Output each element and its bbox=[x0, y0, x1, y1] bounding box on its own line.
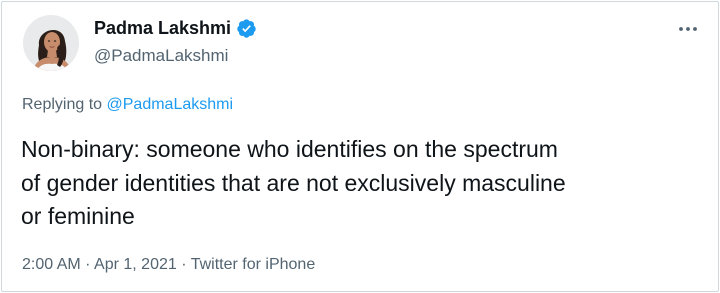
reply-context-prefix: Replying to bbox=[22, 96, 103, 113]
meta-separator: · bbox=[181, 256, 187, 273]
meta-separator: · bbox=[85, 256, 91, 273]
reply-context: Replying to @PadmaLakshmi bbox=[22, 96, 233, 114]
avatar-image bbox=[23, 15, 79, 71]
more-options-icon bbox=[679, 27, 697, 31]
tweet-source[interactable]: Twitter for iPhone bbox=[191, 256, 316, 273]
reply-mention-link[interactable]: @PadmaLakshmi bbox=[107, 96, 234, 113]
author-name: Padma Lakshmi bbox=[94, 18, 232, 38]
more-options-button[interactable] bbox=[676, 17, 700, 41]
tweet-card[interactable]: Padma Lakshmi @PadmaLakshmi Replying to … bbox=[1, 1, 719, 292]
tweet-date[interactable]: Apr 1, 2021 bbox=[94, 256, 177, 273]
author-name-link[interactable]: Padma Lakshmi bbox=[94, 18, 257, 39]
author-handle[interactable]: @PadmaLakshmi bbox=[94, 46, 228, 66]
tweet-time[interactable]: 2:00 AM bbox=[22, 256, 81, 273]
tweet-text: Non-binary: someone who identifies on th… bbox=[21, 136, 566, 229]
verified-badge-icon bbox=[236, 18, 257, 39]
author-avatar[interactable] bbox=[23, 15, 79, 71]
tweet-metadata: 2:00 AM · Apr 1, 2021 · Twitter for iPho… bbox=[22, 256, 315, 274]
